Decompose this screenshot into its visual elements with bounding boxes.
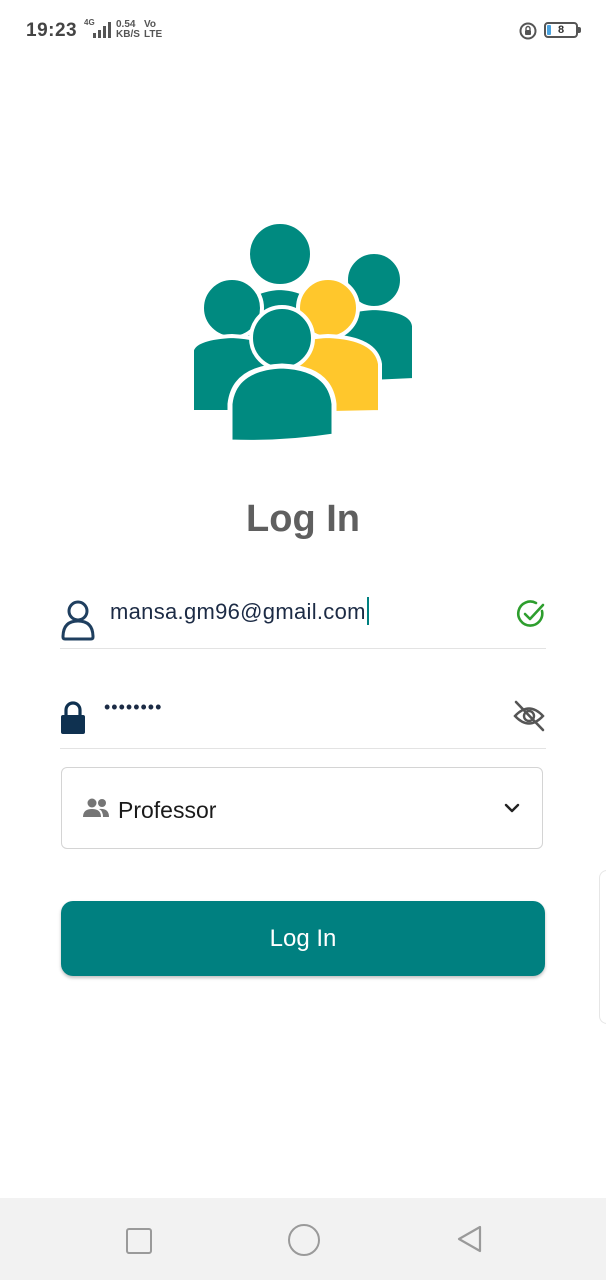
lock-icon bbox=[61, 701, 85, 734]
check-circle-icon bbox=[516, 600, 545, 627]
edge-panel-handle[interactable] bbox=[599, 870, 606, 1024]
signal-icon bbox=[93, 22, 111, 38]
user-outline-icon bbox=[61, 600, 95, 641]
battery-level: 8 bbox=[557, 24, 565, 36]
home-button[interactable] bbox=[288, 1224, 320, 1256]
battery-icon: 8 bbox=[544, 22, 578, 38]
email-input[interactable]: mansa.gm96@gmail.com bbox=[110, 597, 369, 625]
system-navigation-bar bbox=[0, 1198, 606, 1280]
role-dropdown[interactable]: Professor bbox=[61, 767, 543, 849]
network-speed: 0.54 KB/S bbox=[116, 19, 140, 40]
page-title: Log In bbox=[246, 498, 360, 540]
back-button[interactable] bbox=[455, 1224, 483, 1254]
password-field[interactable]: •••••••• bbox=[60, 685, 546, 749]
chevron-down-icon bbox=[504, 803, 520, 813]
recents-button[interactable] bbox=[126, 1228, 152, 1254]
volte-indicator: Vo LTE bbox=[144, 19, 163, 40]
status-bar: 19:23 4G 0.54 KB/S Vo LTE 8 bbox=[0, 0, 606, 62]
email-field[interactable]: mansa.gm96@gmail.com bbox=[60, 585, 546, 649]
text-cursor bbox=[366, 597, 369, 625]
people-icon bbox=[83, 798, 109, 817]
role-selected-value: Professor bbox=[118, 797, 217, 823]
status-time: 19:23 bbox=[26, 20, 78, 41]
users-group-logo bbox=[190, 220, 416, 445]
rotation-lock-icon bbox=[519, 22, 537, 40]
password-input[interactable]: •••••••• bbox=[104, 697, 162, 718]
eye-off-icon[interactable] bbox=[512, 699, 546, 733]
login-button[interactable]: Log In bbox=[61, 901, 545, 976]
